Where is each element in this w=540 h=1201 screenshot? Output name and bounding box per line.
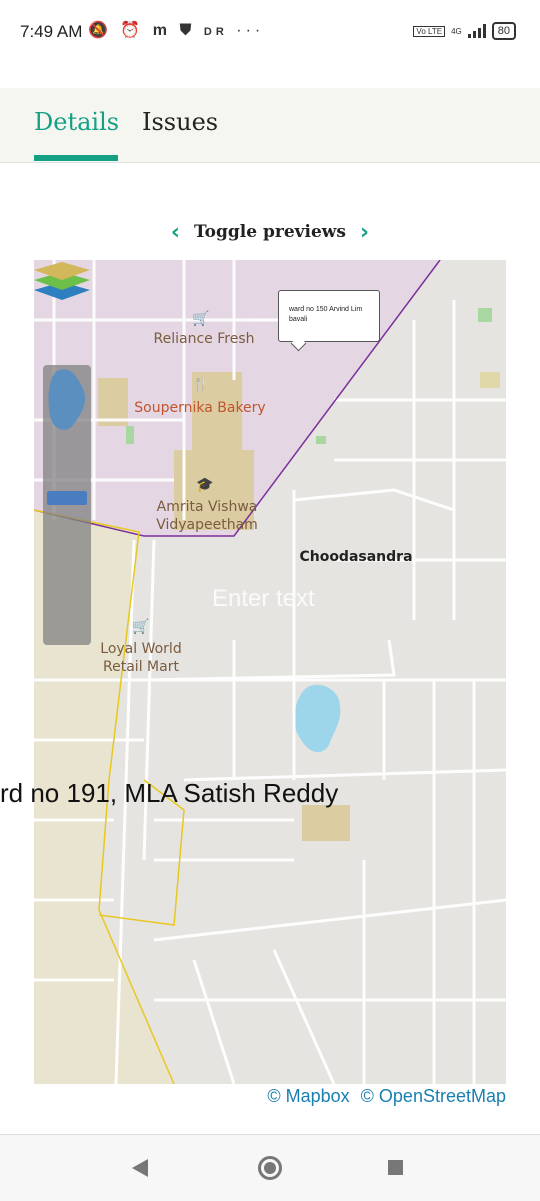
volte-icon: Vo LTE — [413, 25, 446, 37]
tab-issues[interactable]: Issues — [142, 108, 218, 136]
tab-details[interactable]: Details — [34, 108, 119, 136]
poi-loyal-label: Loyal World Retail Mart — [100, 641, 182, 675]
active-tab-indicator — [34, 155, 118, 161]
recents-icon[interactable] — [388, 1160, 403, 1175]
poi-restaurant-icon: 🍴 — [192, 377, 210, 393]
back-icon[interactable] — [132, 1159, 148, 1177]
zoom-lake-preview — [48, 369, 86, 430]
zoom-slider[interactable] — [43, 365, 91, 645]
mapbox-attribution-link[interactable]: © Mapbox — [267, 1086, 349, 1106]
toggle-previews: ‹ Toggle previews › — [0, 218, 540, 246]
dr-icon: DR — [203, 26, 228, 38]
status-bar: 7:49 AM 🔕 ⏰ m ⛊ DR ··· Vo LTE 4G 80 — [0, 0, 540, 64]
poi-school-icon: 🎓 — [196, 477, 214, 493]
shield-icon: ⛊ — [179, 22, 196, 39]
place-choodasandra-label: Choodasandra — [299, 549, 413, 565]
layers-icon[interactable] — [34, 260, 90, 304]
poi-reliance-label: Reliance Fresh — [153, 331, 255, 347]
poi-amrita-label: Amrita Vishwa Vidyapeetham — [156, 499, 258, 533]
system-nav-bar — [0, 1134, 540, 1201]
status-notification-icons: 🔕 ⏰ m ⛊ DR ··· — [88, 20, 264, 40]
map-enter-text[interactable]: Enter text — [212, 585, 315, 613]
zoom-slider-handle[interactable] — [47, 491, 87, 505]
ward-popup[interactable]: ward no 150 Arvind Lim bavali — [278, 290, 380, 342]
toggle-previews-label: Toggle previews — [193, 222, 347, 242]
ward-label: rd no 191, MLA Satish Reddy — [0, 778, 339, 808]
chevron-left-icon[interactable]: ‹ — [171, 220, 180, 245]
poi-cart-icon: 🛒 — [192, 311, 210, 327]
more-icon: ··· — [236, 22, 265, 39]
osm-attribution-link[interactable]: © OpenStreetMap — [361, 1086, 506, 1106]
battery-icon: 80 — [491, 22, 516, 40]
chevron-right-icon[interactable]: › — [360, 220, 369, 245]
poi-cart-icon-2: 🛒 — [132, 619, 150, 635]
bell-off-icon: 🔕 — [88, 22, 112, 39]
home-icon[interactable] — [258, 1156, 282, 1180]
alarm-icon: ⏰ — [120, 22, 145, 39]
m-app-icon: m — [152, 22, 171, 39]
poi-soupernika-label: Soupernika Bakery — [134, 400, 266, 416]
map-view[interactable]: 🛒 Reliance Fresh 🍴 Soupernika Bakery 🎓 A… — [34, 260, 506, 1084]
map-attribution: © Mapbox © OpenStreetMap — [261, 1086, 506, 1107]
status-right-icons: Vo LTE 4G 80 — [413, 22, 516, 40]
signal-icon — [467, 24, 486, 38]
network-type: 4G — [451, 26, 462, 36]
status-time: 7:49 AM — [20, 22, 83, 41]
tab-bar: Details Issues — [0, 88, 540, 163]
